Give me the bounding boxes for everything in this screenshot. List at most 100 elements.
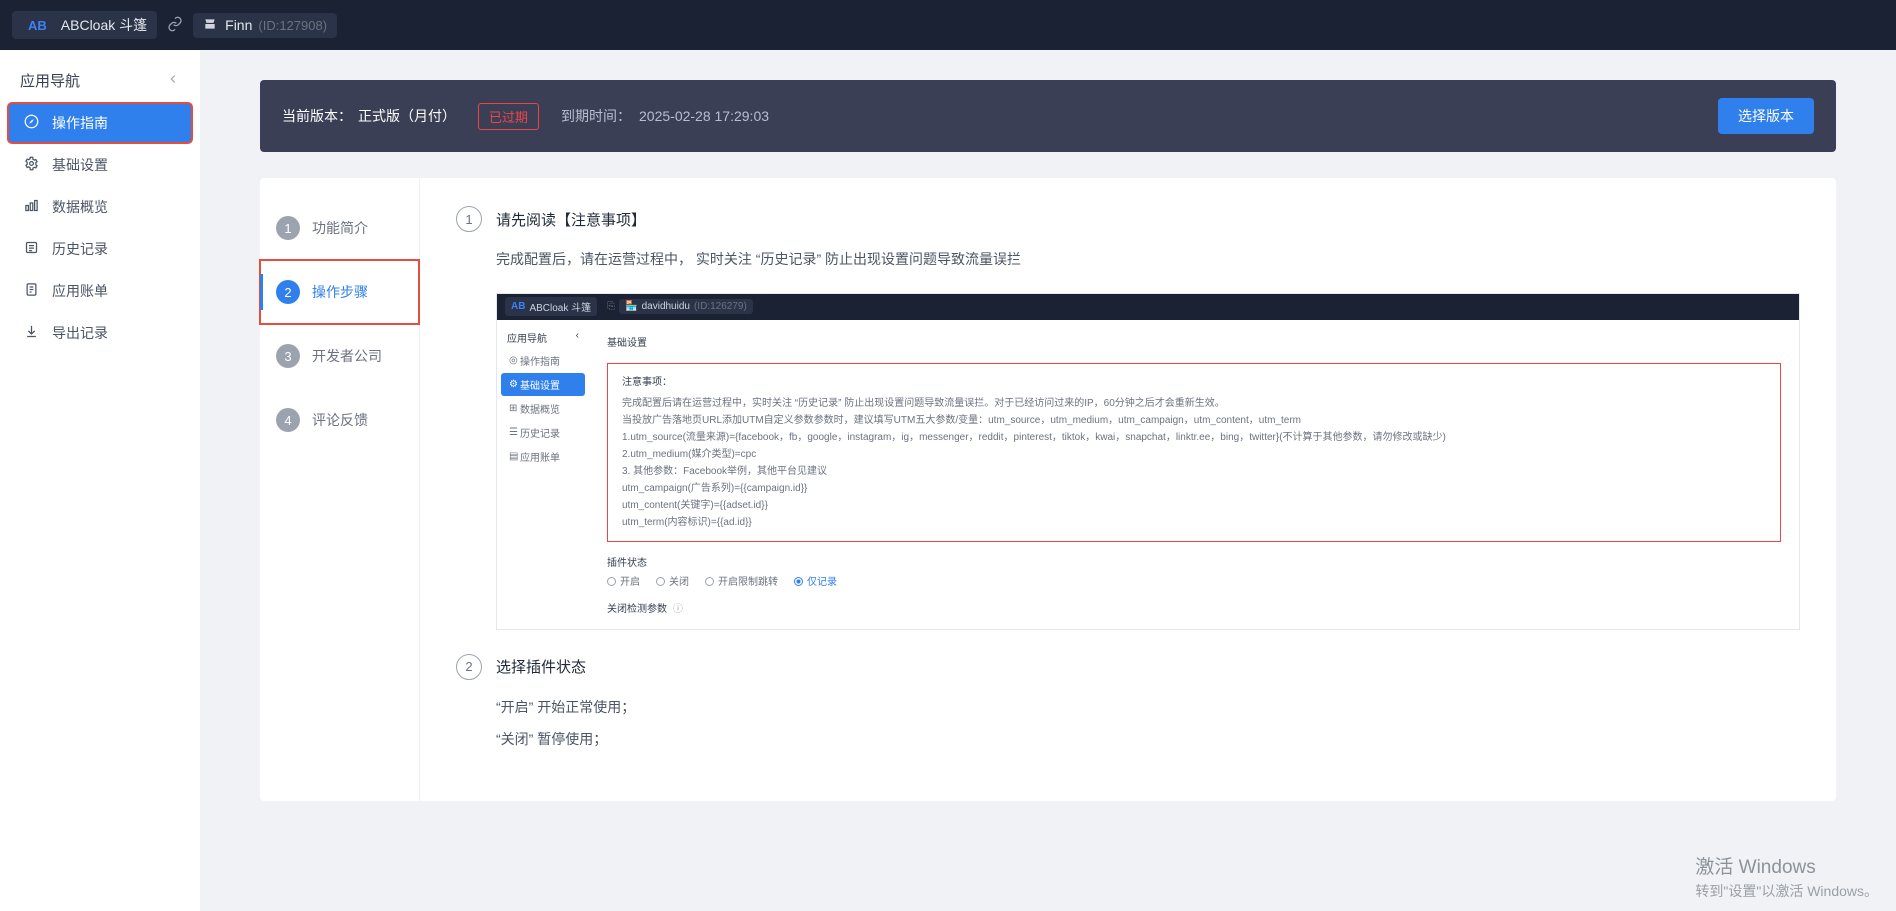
inset-notice-line: 完成配置后请在运营过程中，实时关注 “历史记录” 防止出现设置问题导致流量误拦。… — [622, 395, 1766, 412]
step-operation[interactable]: 2 操作步骤 — [260, 260, 419, 324]
step-intro[interactable]: 1 功能简介 — [260, 196, 419, 260]
compass-icon — [22, 114, 40, 132]
sidebar-item-overview[interactable]: 数据概览 — [8, 187, 192, 227]
sidebar-item-label: 导出记录 — [52, 323, 108, 343]
inset-app-name: ABCloak 斗篷 — [529, 299, 591, 314]
inset-notice-line: 2.utm_medium(媒介类型)=cpc — [622, 446, 1766, 463]
section-num-1: 1 — [456, 206, 482, 232]
sidebar-title: 应用导航 — [20, 70, 80, 91]
step-label: 功能简介 — [312, 218, 368, 238]
content-area: 1 请先阅读【注意事项】 完成配置后，请在运营过程中， 实时关注 “历史记录” … — [420, 178, 1836, 801]
user-name: Finn — [225, 17, 252, 33]
select-version-button[interactable]: 选择版本 — [1718, 98, 1814, 134]
section-2-title: 选择插件状态 — [496, 656, 586, 677]
section-2-line: “关闭” 暂停使用； — [496, 726, 1800, 753]
step-feedback[interactable]: 4 评论反馈 — [260, 388, 419, 452]
section-2-body: “开启” 开始正常使用； “关闭” 暂停使用； — [456, 694, 1800, 753]
download-icon — [22, 324, 40, 342]
main-content: 当前版本： 正式版（月付） 已过期 到期时间： 2025-02-28 17:29… — [200, 50, 1896, 911]
inset-notice-box: 注意事项： 完成配置后请在运营过程中，实时关注 “历史记录” 防止出现设置问题导… — [607, 363, 1781, 542]
inset-sidebar-title: 应用导航 — [507, 330, 547, 345]
sidebar-item-export[interactable]: 导出记录 — [8, 313, 192, 353]
shop-icon — [203, 17, 217, 34]
sidebar-item-label: 数据概览 — [52, 197, 108, 217]
steps-sidebar: 1 功能简介 2 操作步骤 3 开发者公司 4 评论反馈 — [260, 178, 420, 801]
step-label: 操作步骤 — [312, 282, 368, 302]
sidebar-item-label: 应用账单 — [52, 281, 108, 301]
inset-nav-overview: ⊞数据概览 — [501, 397, 585, 420]
inset-status-label: 插件状态 — [607, 554, 1781, 569]
inset-notice-line: 当投放广告落地页URL添加UTM自定义参数参数时，建议填写UTM五大参数/变量：… — [622, 412, 1766, 429]
list-icon — [22, 240, 40, 258]
inset-user-badge: 🏪 davidhuidu (ID:126279) — [619, 299, 753, 314]
inset-radio-limit: 开启限制跳转 — [705, 573, 778, 588]
inset-notice-line: utm_campaign(广告系列)={{campaign.id}} — [622, 480, 1766, 497]
sidebar-item-history[interactable]: 历史记录 — [8, 229, 192, 269]
help-icon: ⓘ — [673, 604, 683, 615]
inset-nav-label: 历史记录 — [520, 425, 560, 440]
inset-notice-line: 3. 其他参数：Facebook举例，其他平台见建议 — [622, 463, 1766, 480]
inset-sidebar: 应用导航 ‹ ◎操作指南 ⚙基础设置 ⊞数据概览 ☰历史记录 ▤应用账单 — [497, 320, 589, 629]
inset-notice-line: utm_term(内容标识)={{ad.id}} — [622, 514, 1766, 531]
inset-topbar: AB ABCloak 斗篷 ⎘ 🏪 davidhuidu (ID:126279) — [497, 294, 1799, 320]
step-label: 开发者公司 — [312, 346, 382, 366]
collapse-icon[interactable] — [166, 72, 180, 90]
section-1-body: 完成配置后，请在运营过程中， 实时关注 “历史记录” 防止出现设置问题导致流量误… — [456, 246, 1800, 273]
inset-close-params-label: 关闭检测参数 — [607, 604, 667, 615]
version-value: 正式版（月付） — [358, 106, 456, 126]
inset-user-name: davidhuidu — [642, 301, 690, 312]
inset-radio-close: 关闭 — [656, 573, 689, 588]
step-num: 4 — [276, 408, 300, 432]
inset-radio-open: 开启 — [607, 573, 640, 588]
inset-panel-title: 基础设置 — [607, 334, 1781, 349]
app-logo-icon: AB — [22, 16, 53, 35]
inset-notice-line: utm_content(关键字)={{adset.id}} — [622, 497, 1766, 514]
inset-user-id: (ID:126279) — [694, 301, 747, 312]
inset-collapse-icon: ‹ — [576, 330, 579, 345]
step-label: 评论反馈 — [312, 410, 368, 430]
due-time: 2025-02-28 17:29:03 — [639, 108, 769, 124]
inset-shop-icon: 🏪 — [625, 301, 637, 312]
inset-app-logo-icon: AB — [511, 301, 525, 312]
inset-sidebar-header: 应用导航 ‹ — [501, 326, 585, 349]
sidebar-item-settings[interactable]: 基础设置 — [8, 145, 192, 185]
inset-notice-head: 注意事项： — [622, 374, 1766, 391]
sidebar-item-label: 历史记录 — [52, 239, 108, 259]
inset-main: 基础设置 注意事项： 完成配置后请在运营过程中，实时关注 “历史记录” 防止出现… — [589, 320, 1799, 629]
top-bar: AB ABCloak 斗篷 Finn (ID:127908) — [0, 0, 1896, 50]
chart-icon — [22, 198, 40, 216]
inset-nav-billing: ▤应用账单 — [501, 445, 585, 468]
section-1-text: 完成配置后，请在运营过程中， 实时关注 “历史记录” 防止出现设置问题导致流量误… — [496, 246, 1800, 273]
sidebar-item-label: 基础设置 — [52, 155, 108, 175]
inset-nav-guide: ◎操作指南 — [501, 349, 585, 372]
app-badge[interactable]: AB ABCloak 斗篷 — [12, 11, 157, 39]
step-developer[interactable]: 3 开发者公司 — [260, 324, 419, 388]
sidebar-item-guide[interactable]: 操作指南 — [8, 103, 192, 143]
section-2-line: “开启” 开始正常使用； — [496, 694, 1800, 721]
version-banner: 当前版本： 正式版（月付） 已过期 到期时间： 2025-02-28 17:29… — [260, 80, 1836, 152]
inset-nav-settings: ⚙基础设置 — [501, 373, 585, 396]
link-icon — [167, 16, 183, 35]
inset-nav-label: 数据概览 — [520, 401, 560, 416]
inset-screenshot: AB ABCloak 斗篷 ⎘ 🏪 davidhuidu (ID:126279) — [496, 293, 1800, 630]
sidebar-item-label: 操作指南 — [52, 113, 108, 133]
section-2-head: 2 选择插件状态 — [456, 654, 1800, 680]
inset-app-badge: AB ABCloak 斗篷 — [505, 297, 597, 316]
inset-radio-record: 仅记录 — [794, 573, 837, 588]
expired-badge: 已过期 — [478, 103, 539, 130]
section-1-title: 请先阅读【注意事项】 — [496, 209, 646, 230]
inset-notice-line: 1.utm_source(流量来源)={facebook，fb，google，i… — [622, 429, 1766, 446]
inset-nav-history: ☰历史记录 — [501, 421, 585, 444]
inset-nav-label: 基础设置 — [520, 377, 560, 392]
section-1-head: 1 请先阅读【注意事项】 — [456, 206, 1800, 232]
user-badge[interactable]: Finn (ID:127908) — [193, 13, 337, 38]
step-num: 1 — [276, 216, 300, 240]
section-num-2: 2 — [456, 654, 482, 680]
sidebar-item-billing[interactable]: 应用账单 — [8, 271, 192, 311]
sidebar-header: 应用导航 — [8, 62, 192, 103]
due-label: 到期时间： — [561, 106, 631, 126]
step-num: 2 — [276, 280, 300, 304]
inset-link-icon: ⎘ — [607, 301, 615, 312]
inset-radio-row: 开启 关闭 开启限制跳转 仅记录 — [607, 573, 1781, 588]
inset-nav-label: 操作指南 — [520, 353, 560, 368]
